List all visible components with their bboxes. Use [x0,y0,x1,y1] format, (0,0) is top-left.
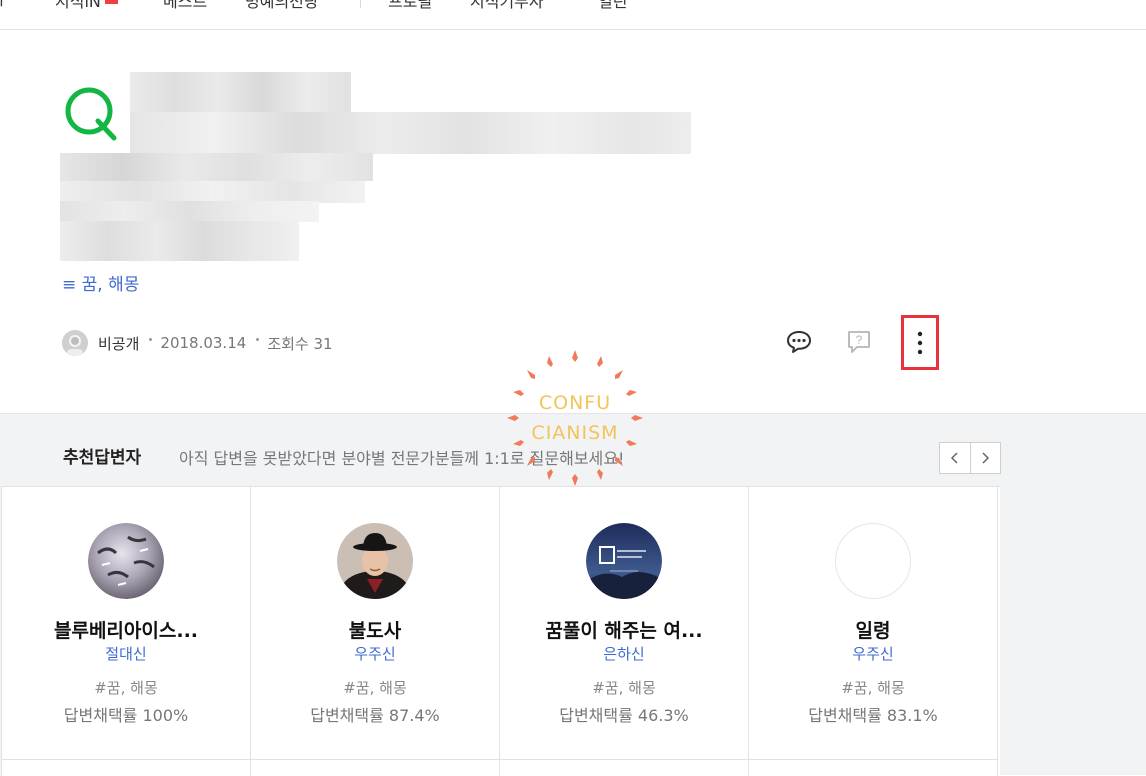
expert-avatar[interactable] [835,523,911,599]
card-divider [500,759,748,760]
recommended-answerers-section: 추천답변자 아직 답변을 못받았다면 분야별 전문가분들께 1:1로 질문해보세… [0,413,1146,776]
top-navigation: ㅜ 지식iN 베스트 명예의전당 프로필 지식기부자 열린 [0,0,1146,30]
expert-tags: #꿈, 해몽 [94,679,158,697]
meta-separator [256,337,260,341]
chevron-left-icon [950,452,958,464]
expert-rank: 우주신 [852,645,894,663]
expert-name[interactable]: 불도사 [251,616,499,643]
nav-item-donors[interactable]: 지식기부자 [470,0,544,12]
card-divider [749,759,997,760]
next-button[interactable] [969,443,1001,473]
expert-name[interactable]: 블루베리아이스... [2,616,250,643]
view-count: 조회수 31 [267,334,333,353]
question-q-icon [62,84,124,146]
more-options-button[interactable] [901,315,939,370]
svg-text:?: ? [856,333,863,347]
nav-item-hall-of-fame[interactable]: 명예의전당 [245,0,319,12]
card-divider [251,759,499,760]
new-badge [105,0,118,4]
carousel-pager [939,442,1001,474]
expert-card[interactable]: 블루베리아이스... 절대신 #꿈, 해몽 답변채택률 100% [2,487,251,776]
expert-card[interactable]: 불도사 우주신 #꿈, 해몽 답변채택률 87.4% [251,487,500,776]
expert-avatar[interactable] [337,523,413,599]
question-tags[interactable]: ≡ 꿈, 해몽 [62,270,139,295]
chevron-right-icon [982,452,990,464]
question-bubble-icon[interactable]: ? [842,325,876,359]
nav-item-kin[interactable]: 지식iN [55,0,101,12]
expert-tags: #꿈, 해몽 [841,679,905,697]
section-description: 아직 답변을 못받았다면 분야별 전문가분들께 1:1로 질문해보세요! [179,449,625,468]
author-avatar [62,330,88,356]
expert-rank: 우주신 [354,645,396,663]
post-date: 2018.03.14 [160,334,247,352]
question-meta: 비공개 2018.03.14 조회수 31 [62,329,333,357]
speech-bubble-icon[interactable] [782,325,816,359]
expert-avatar[interactable] [586,523,662,599]
expert-tags: #꿈, 해몽 [343,679,407,697]
expert-rank: 절대신 [105,645,147,663]
nav-item-profile[interactable]: 프로필 [388,0,432,12]
section-title: 추천답변자 [63,448,142,468]
watermark-line-1: CONFU [538,392,612,414]
expert-adoption-rate: 답변채택률 100% [63,706,189,725]
author-name: 비공개 [98,334,140,353]
expert-name[interactable]: 일령 [749,616,997,643]
expert-adoption-rate: 답변채택률 46.3% [559,706,689,725]
expert-name[interactable]: 꿈풀이 해주는 여... [500,616,748,643]
expert-adoption-rate: 답변채택률 83.1% [808,706,938,725]
nav-item-1[interactable]: ㅜ [0,0,9,12]
expert-adoption-rate: 답변채택률 87.4% [310,706,440,725]
nav-item-open[interactable]: 열린 [598,0,627,12]
expert-card[interactable]: 일령 우주신 #꿈, 해몽 답변채택률 83.1% [749,487,998,776]
nav-divider [360,0,361,8]
expert-rank: 은하신 [603,645,645,663]
card-divider [2,759,250,760]
expert-tags: #꿈, 해몽 [592,679,656,697]
expert-card-list: 블루베리아이스... 절대신 #꿈, 해몽 답변채택률 100% 불도사 우주신… [1,486,1000,776]
vertical-ellipsis-icon [917,331,923,354]
expert-avatar[interactable] [88,523,164,599]
expert-card[interactable]: 꿈풀이 해주는 여... 은하신 #꿈, 해몽 답변채택률 46.3% [500,487,749,776]
nav-item-best[interactable]: 베스트 [163,0,207,12]
meta-separator [149,337,153,341]
prev-button[interactable] [940,443,970,473]
